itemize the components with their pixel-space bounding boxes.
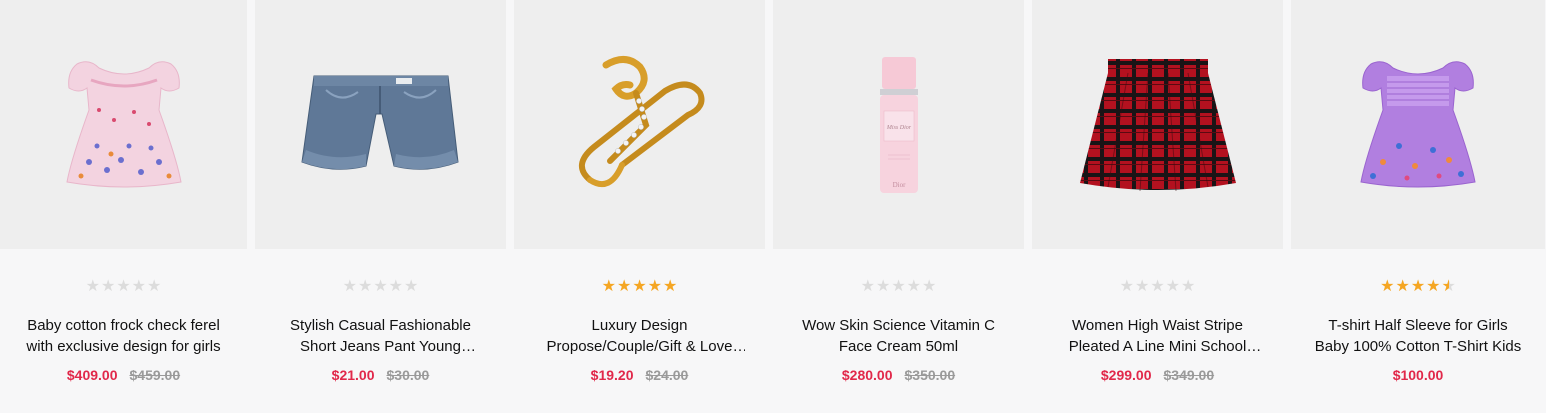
star-icon: ★	[1119, 278, 1134, 295]
star-icon: ★	[632, 278, 647, 295]
star-icon: ★	[663, 278, 678, 295]
price-row: $100.00	[1393, 367, 1444, 383]
purple-butterfly-dress-icon	[1360, 60, 1476, 187]
product-title[interactable]: Stylish Casual Fashionable Short Jeans P…	[276, 315, 486, 357]
star-icon: ★	[601, 278, 616, 295]
product-image[interactable]	[1291, 0, 1545, 249]
sale-price: $21.00	[331, 367, 375, 383]
product-grid: ★ ★ ★ ★ ★ Baby cotton frock check ferel with…	[0, 0, 1546, 413]
star-icon: ★	[1395, 278, 1410, 295]
star-icon: ★	[373, 278, 388, 295]
rating-stars: ★ ★ ★ ★ ★	[86, 279, 162, 295]
star-icon: ★	[404, 278, 419, 295]
sale-price: $100.00	[1392, 367, 1444, 383]
product-card[interactable]: Miss Dior Dior ★ ★ ★ ★ ★ Wow Skin Science Vi…	[773, 0, 1024, 413]
product-title[interactable]: Baby cotton frock check ferel with exclu…	[19, 315, 229, 357]
star-icon: ★	[357, 278, 373, 295]
gold-ring-icon	[578, 55, 704, 187]
product-image[interactable]	[0, 0, 247, 249]
rating-stars: ★ ★ ★ ★ ★	[602, 279, 678, 295]
star-icon: ★	[922, 278, 937, 295]
price-row: $409.00 $459.00	[67, 367, 180, 383]
sale-price: $299.00	[1100, 367, 1152, 383]
pink-butterfly-dress-icon	[65, 60, 182, 187]
star-icon: ★	[1150, 278, 1165, 295]
product-card[interactable]: ★ ★ ★ ★ ★ Stylish Casual Fashionable Short J…	[255, 0, 506, 413]
bottle-label: Miss Dior	[885, 125, 911, 131]
original-price: $350.00	[904, 367, 956, 383]
original-price: $349.00	[1163, 367, 1215, 383]
bottle-brand: Dior	[892, 181, 906, 189]
rating-stars: ★ ★ ★ ★ ★	[1120, 279, 1196, 295]
star-icon: ★	[891, 278, 906, 295]
denim-shorts-icon	[300, 75, 459, 170]
star-icon: ★	[616, 278, 632, 295]
rating-stars: ★ ★ ★ ★ ★	[861, 279, 937, 295]
star-icon: ★	[1441, 278, 1456, 295]
star-icon: ★	[1165, 278, 1181, 295]
star-icon: ★	[147, 278, 162, 295]
product-title[interactable]: T-shirt Half Sleeve for Girls Baby 100% …	[1313, 315, 1523, 357]
product-image[interactable]	[1032, 0, 1283, 249]
star-icon: ★	[1380, 278, 1395, 295]
star-icon: ★	[388, 278, 404, 295]
product-image[interactable]	[255, 0, 506, 249]
sale-price: $280.00	[841, 367, 893, 383]
star-icon: ★	[875, 278, 891, 295]
product-card[interactable]: ★ ★ ★ ★ ★ Women High Waist Stripe Pleated A …	[1032, 0, 1283, 413]
perfume-bottle-icon: Miss Dior Dior	[879, 56, 918, 193]
original-price: $30.00	[386, 367, 430, 383]
price-row: $299.00 $349.00	[1101, 367, 1214, 383]
product-card[interactable]: ★ ★ ★ ★ ★ Luxury Design Propose/Couple/Gift …	[514, 0, 765, 413]
star-icon: ★	[860, 278, 875, 295]
star-icon: ★	[1410, 278, 1426, 295]
product-title[interactable]: Wow Skin Science Vitamin C Face Cream 50…	[794, 315, 1004, 357]
star-icon: ★	[85, 278, 100, 295]
star-icon: ★	[1426, 278, 1441, 295]
product-image[interactable]	[514, 0, 765, 249]
product-title[interactable]: Women High Waist Stripe Pleated A Line M…	[1053, 315, 1263, 357]
star-icon: ★	[906, 278, 922, 295]
original-price: $459.00	[129, 367, 181, 383]
product-title[interactable]: Luxury Design Propose/Couple/Gift & Love…	[535, 315, 745, 357]
rating-stars: ★ ★ ★ ★ ★	[343, 279, 419, 295]
star-icon: ★	[342, 278, 357, 295]
sale-price: $19.20	[590, 367, 634, 383]
plaid-skirt-icon	[1079, 58, 1236, 191]
price-row: $21.00 $30.00	[332, 367, 430, 383]
star-icon: ★	[647, 278, 663, 295]
star-icon: ★	[131, 278, 147, 295]
rating-stars: ★ ★ ★ ★ ★	[1380, 279, 1456, 295]
product-card[interactable]: ★ ★ ★ ★ ★ Baby cotton frock check ferel with…	[0, 0, 247, 413]
sale-price: $409.00	[66, 367, 118, 383]
product-image[interactable]: Miss Dior Dior	[773, 0, 1024, 249]
star-icon: ★	[116, 278, 131, 295]
original-price: $24.00	[645, 367, 689, 383]
price-row: $19.20 $24.00	[591, 367, 689, 383]
price-row: $280.00 $350.00	[842, 367, 955, 383]
star-icon: ★	[1181, 278, 1196, 295]
star-icon: ★	[1134, 278, 1150, 295]
product-card[interactable]: ★ ★ ★ ★ ★ T-shirt Half Sleeve for Girls Baby…	[1291, 0, 1545, 413]
star-icon: ★	[100, 278, 116, 295]
